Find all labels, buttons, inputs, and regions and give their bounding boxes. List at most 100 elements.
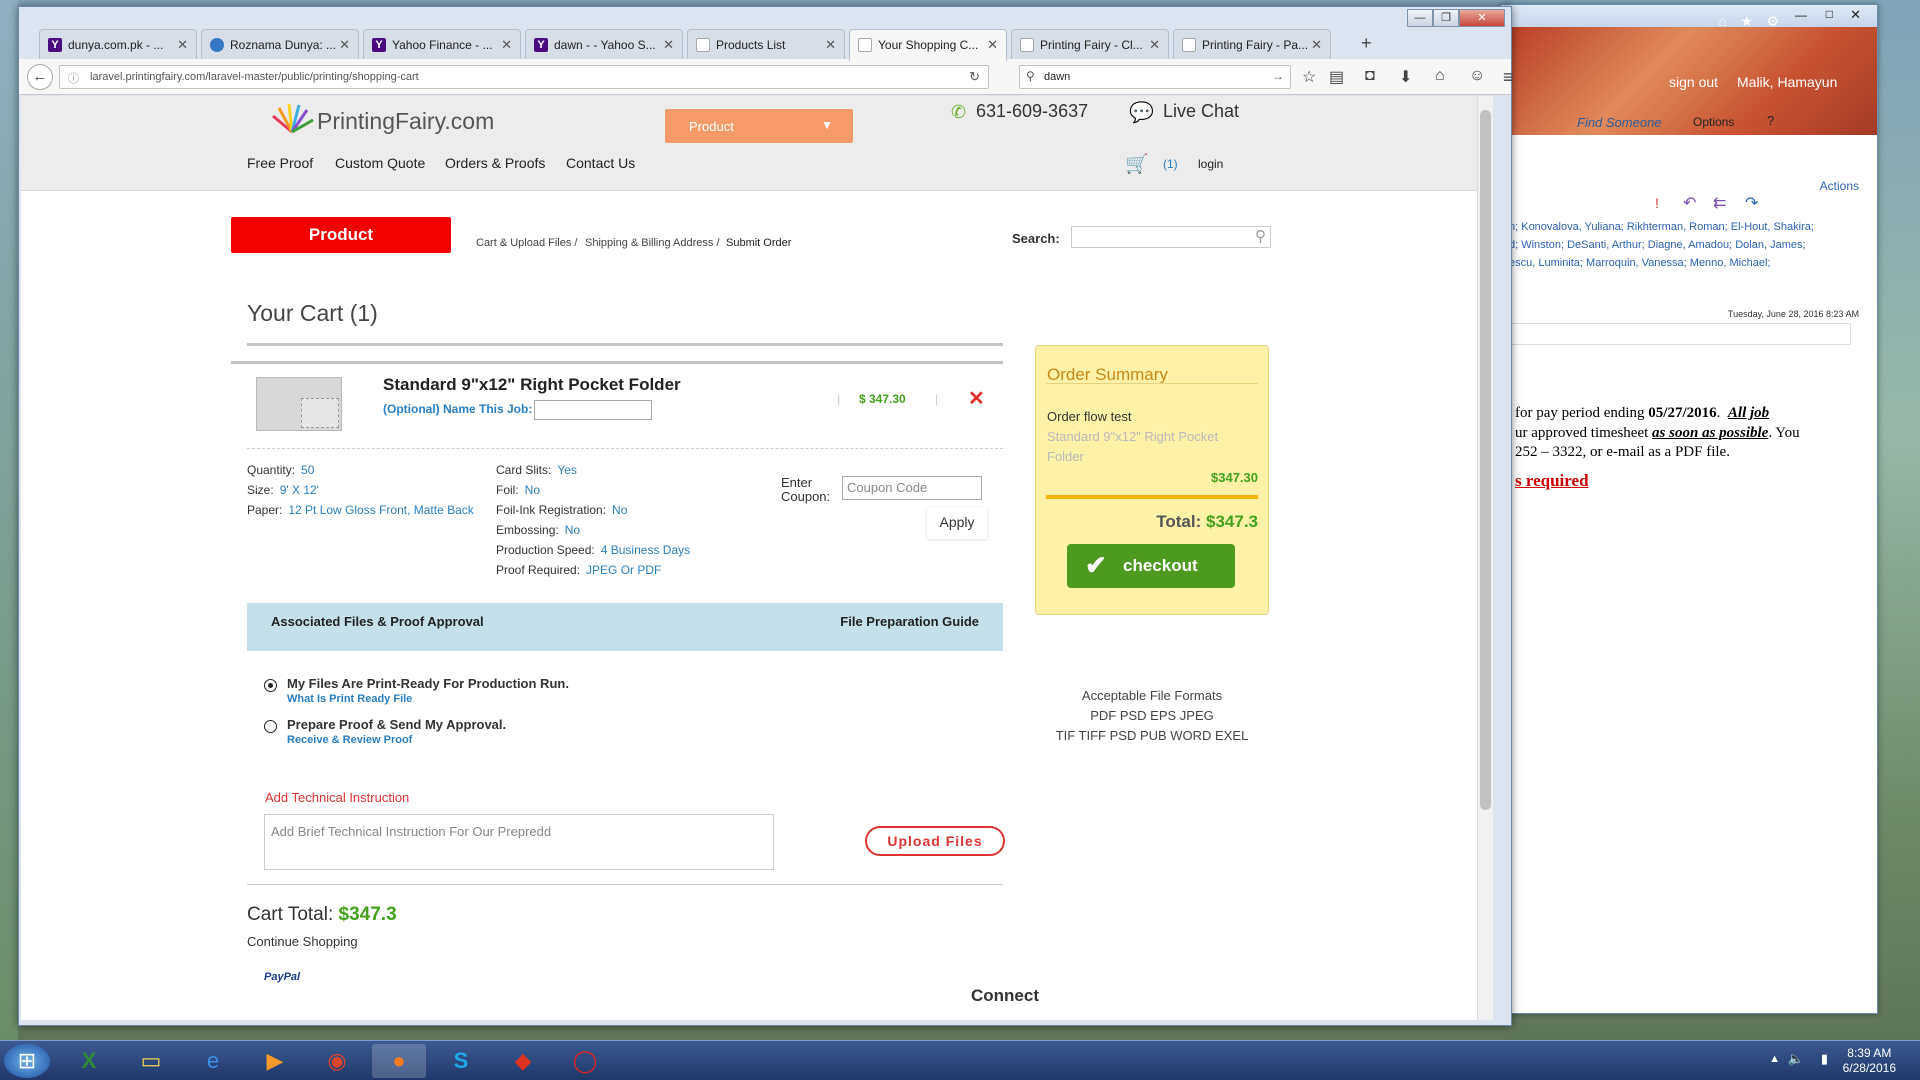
spec-size: Size: 9' X 12' xyxy=(247,483,319,497)
product-dropdown[interactable]: Product ▼ xyxy=(665,109,853,143)
coupon-input[interactable]: Coupon Code xyxy=(842,476,982,500)
close-icon[interactable]: ✕ xyxy=(1149,37,1160,53)
home-icon[interactable]: ⌂ xyxy=(1719,13,1727,29)
breadcrumb-shipping[interactable]: Shipping & Billing Address / xyxy=(585,237,720,249)
cart-icon[interactable]: 🛒 xyxy=(1125,152,1149,176)
tab[interactable]: Ydunya.com.pk - ... ✕ xyxy=(39,29,197,59)
close-icon[interactable]: ✕ xyxy=(177,37,188,53)
gear-icon[interactable]: ⚙ xyxy=(1766,13,1779,30)
message-date: Tuesday, June 28, 2016 8:23 AM xyxy=(1727,309,1859,319)
search-bar[interactable]: ⚲ dawn → xyxy=(1019,65,1291,89)
forward-icon[interactable]: ↷ xyxy=(1745,193,1758,213)
volume-icon[interactable]: 🔈 xyxy=(1788,1051,1804,1067)
media-player-icon[interactable]: ▶ xyxy=(248,1044,302,1078)
pocket-icon[interactable]: ◘ xyxy=(1365,67,1375,85)
acrobat-icon[interactable]: ◆ xyxy=(496,1044,550,1078)
reply-all-icon[interactable]: ⇇ xyxy=(1713,193,1726,213)
coupon-label-line: Enter xyxy=(781,475,813,490)
review-proof-link[interactable]: Receive & Review Proof xyxy=(287,734,412,746)
url-bar[interactable]: ⓘ laravel.printingfairy.com/laravel-mast… xyxy=(59,65,989,89)
minimize-icon[interactable]: — xyxy=(1795,8,1807,22)
reload-icon[interactable]: ↻ xyxy=(969,69,980,85)
excel-icon[interactable]: X xyxy=(62,1044,116,1078)
prepare-proof-radio[interactable] xyxy=(264,720,277,733)
live-chat-link[interactable]: Live Chat xyxy=(1163,101,1239,122)
network-icon[interactable]: ▮ xyxy=(1821,1051,1828,1067)
nav-free-proof[interactable]: Free Proof xyxy=(247,155,313,171)
go-arrow-icon[interactable]: → xyxy=(1272,69,1284,83)
tab[interactable]: Roznama Dunya: ... ✕ xyxy=(201,29,359,59)
tray-arrow-icon[interactable]: ▲ xyxy=(1769,1053,1780,1065)
start-button[interactable]: ⊞ xyxy=(4,1044,50,1078)
upload-files-button[interactable]: Upload Files xyxy=(865,826,1005,856)
tab[interactable]: Ydawn - - Yahoo S... ✕ xyxy=(525,29,683,59)
close-icon[interactable]: ✕ xyxy=(987,37,998,53)
options-menu[interactable]: Options xyxy=(1693,115,1734,129)
tab[interactable]: Y Yahoo Finance - ... ✕ xyxy=(363,29,521,59)
close-icon[interactable]: ✕ xyxy=(825,37,836,53)
nav-orders-proofs[interactable]: Orders & Proofs xyxy=(445,155,545,171)
job-name-input[interactable] xyxy=(534,400,652,420)
cart-count[interactable]: (1) xyxy=(1163,157,1178,171)
product-button[interactable]: Product xyxy=(231,217,451,253)
search-icon[interactable]: ⚲ xyxy=(1255,227,1266,245)
site-logo[interactable]: PrintingFairy.com xyxy=(317,108,494,135)
firefox-icon[interactable]: ● xyxy=(372,1044,426,1078)
star-icon[interactable]: ★ xyxy=(1740,13,1753,30)
sign-out-link[interactable]: sign out xyxy=(1669,74,1718,90)
remove-item-icon[interactable]: ✕ xyxy=(968,386,985,411)
close-icon[interactable]: ✕ xyxy=(663,37,674,53)
page-scrollbar[interactable] xyxy=(1477,96,1493,1020)
info-icon[interactable]: ⓘ xyxy=(68,70,79,86)
tab-active[interactable]: Your Shopping C... ✕ xyxy=(849,29,1007,61)
chat-icon[interactable]: ☺ xyxy=(1469,67,1485,85)
tab[interactable]: Printing Fairy - Pa... ✕ xyxy=(1173,29,1331,59)
oracle-icon[interactable]: ◯ xyxy=(558,1044,612,1078)
outlook-header-banner: ⌂ ★ ⚙ sign out Malik, Hamayun Find Someo… xyxy=(1501,13,1877,135)
site-search-input[interactable]: ⚲ xyxy=(1071,226,1271,248)
internet-explorer-icon[interactable]: e xyxy=(186,1044,240,1078)
reply-icon[interactable]: ↶ xyxy=(1683,193,1696,213)
minimize-button[interactable]: — xyxy=(1407,9,1433,27)
scrollbar-thumb[interactable] xyxy=(1480,110,1491,810)
file-prep-guide-link[interactable]: File Preparation Guide xyxy=(840,614,979,629)
back-icon[interactable]: ← xyxy=(27,64,53,90)
menu-icon[interactable]: ≡ xyxy=(1503,67,1514,88)
actions-menu[interactable]: Actions xyxy=(1820,179,1859,193)
recipient-line: escu, Luminita; Marroquin, Vanessa; Menn… xyxy=(1509,257,1771,269)
find-someone-link[interactable]: Find Someone xyxy=(1577,115,1662,130)
maximize-icon[interactable]: □ xyxy=(1826,7,1833,21)
close-icon[interactable]: ✕ xyxy=(1850,7,1861,23)
download-icon[interactable]: ⬇ xyxy=(1399,67,1412,87)
home-icon[interactable]: ⌂ xyxy=(1435,67,1445,85)
login-link[interactable]: login xyxy=(1198,157,1223,171)
nav-custom-quote[interactable]: Custom Quote xyxy=(335,155,425,171)
new-tab-icon[interactable]: + xyxy=(1361,33,1372,54)
help-icon[interactable]: ? xyxy=(1767,113,1774,128)
folder-icon[interactable]: ▭ xyxy=(124,1044,178,1078)
apply-coupon-button[interactable]: Apply xyxy=(927,507,987,539)
close-icon[interactable]: ✕ xyxy=(1311,37,1322,53)
print-ready-label[interactable]: My Files Are Print-Ready For Production … xyxy=(287,676,569,691)
restore-button[interactable]: ❐ xyxy=(1433,9,1459,27)
close-icon[interactable]: ✕ xyxy=(501,37,512,53)
bookmark-star-icon[interactable]: ☆ xyxy=(1302,67,1316,87)
prepare-proof-label[interactable]: Prepare Proof & Send My Approval. xyxy=(287,717,506,732)
tab[interactable]: Products List ✕ xyxy=(687,29,845,59)
continue-shopping-link[interactable]: Continue Shopping xyxy=(247,934,358,949)
chrome-icon[interactable]: ◉ xyxy=(310,1044,364,1078)
nav-contact-us[interactable]: Contact Us xyxy=(566,155,635,171)
close-icon[interactable]: ✕ xyxy=(339,37,350,53)
breadcrumb-cart[interactable]: Cart & Upload Files / xyxy=(476,237,577,249)
breadcrumb-submit[interactable]: Submit Order xyxy=(726,237,791,249)
reading-list-icon[interactable]: ▤ xyxy=(1329,67,1344,87)
checkout-button[interactable]: ✔ checkout xyxy=(1067,544,1235,588)
close-button[interactable]: ✕ xyxy=(1459,9,1505,27)
tab[interactable]: Printing Fairy - Cl... ✕ xyxy=(1011,29,1169,59)
print-ready-help-link[interactable]: What Is Print Ready File xyxy=(287,693,412,705)
phone-number[interactable]: 631-609-3637 xyxy=(976,101,1088,122)
print-ready-radio[interactable] xyxy=(264,679,277,692)
technical-instruction-textarea[interactable]: Add Brief Technical Instruction For Our … xyxy=(264,814,774,870)
system-clock[interactable]: 8:39 AM 6/28/2016 xyxy=(1843,1046,1896,1076)
skype-icon[interactable]: S xyxy=(434,1044,488,1078)
